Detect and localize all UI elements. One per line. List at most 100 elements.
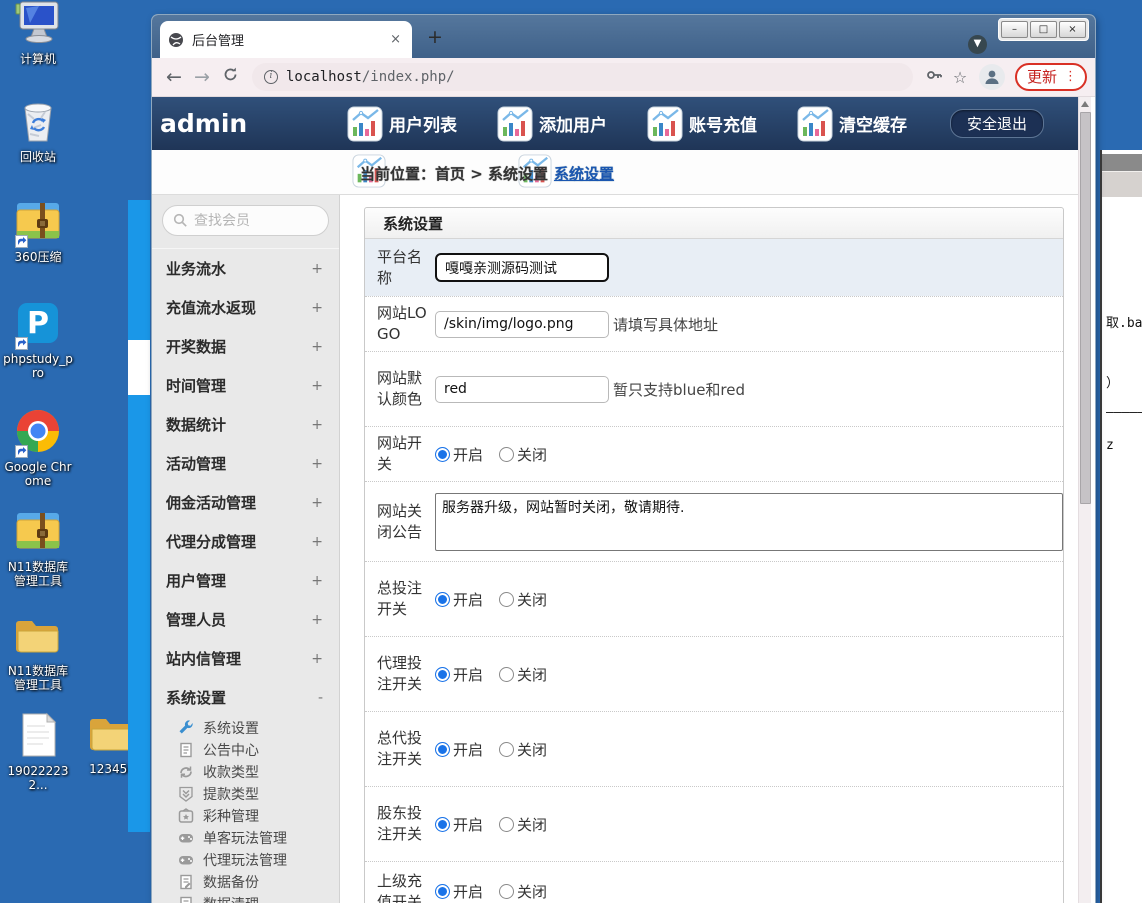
gamepad-icon xyxy=(178,830,194,846)
radio-off-label: 关闭 xyxy=(517,589,547,610)
sidebar-menu-item-9[interactable]: 管理人员 + xyxy=(152,600,339,639)
submenu-item-label: 公告中心 xyxy=(203,740,259,760)
sidebar-menu-item-6[interactable]: 佣金活动管理 + xyxy=(152,483,339,522)
bookmark-star-icon[interactable]: ☆ xyxy=(947,68,973,87)
sidebar-menu-item-10[interactable]: 站内信管理 + xyxy=(152,639,339,678)
desktop-icon-document[interactable]: 190222232... xyxy=(2,712,74,792)
tab-title: 后台管理 xyxy=(192,30,387,49)
sidebar-menu-item-11[interactable]: 系统设置 - xyxy=(152,678,339,717)
nav-item-1[interactable]: 添加用户 xyxy=(497,106,607,142)
search-input[interactable] xyxy=(194,213,314,229)
form-input-0[interactable] xyxy=(435,253,609,282)
chevron-down-icon[interactable]: ▼ xyxy=(968,35,987,54)
radio-off-icon[interactable] xyxy=(499,817,514,832)
radio-on-icon[interactable] xyxy=(435,817,450,832)
form-row-5: 总投注开关 开启 关闭 xyxy=(365,561,1063,636)
radio-off-label: 关闭 xyxy=(517,814,547,835)
radio-on-icon[interactable] xyxy=(435,667,450,682)
minimize-button[interactable]: – xyxy=(1001,21,1028,38)
radio-on-icon[interactable] xyxy=(435,592,450,607)
background-notepad-window[interactable]: 取.ba）—————z xyxy=(1100,150,1142,903)
desktop-icon-chrome[interactable]: Google Chrome xyxy=(2,408,74,488)
submenu-item-label: 单客玩法管理 xyxy=(203,828,287,848)
sidebar-menu-item-0[interactable]: 业务流水 + xyxy=(152,249,339,288)
sidebar-menu-item-5[interactable]: 活动管理 + xyxy=(152,444,339,483)
form-input-2[interactable] xyxy=(435,376,609,403)
panel-title: 系统设置 xyxy=(383,213,443,234)
reload-icon[interactable] xyxy=(216,66,244,88)
breadcrumb: 当前位置：首页 > 系统设置 系统设置 xyxy=(152,150,1078,195)
sidebar-submenu-item-8[interactable]: 数据清理 xyxy=(152,893,339,903)
desktop-icon-phpstudy[interactable]: P phpstudy_pro xyxy=(2,300,74,380)
radio-off-icon[interactable] xyxy=(499,667,514,682)
radio-off-icon[interactable] xyxy=(499,447,514,462)
radio-on-icon[interactable] xyxy=(435,884,450,899)
radio-off-icon[interactable] xyxy=(499,884,514,899)
desktop-icon-folder[interactable]: N11数据库管理工具 xyxy=(2,612,74,692)
url-bar[interactable]: i localhost/index.php/ xyxy=(252,63,913,91)
nav-item-3[interactable]: 清空缓存 xyxy=(797,106,907,142)
logout-button[interactable]: 安全退出 xyxy=(950,109,1044,138)
sidebar-submenu-item-2[interactable]: 收款类型 xyxy=(152,761,339,783)
background-text-fragment: z xyxy=(1106,438,1114,453)
back-icon[interactable]: ← xyxy=(160,66,188,88)
member-search-box[interactable] xyxy=(162,205,329,236)
expand-plus-icon: + xyxy=(311,339,323,355)
page-content: 业务流水 +充值流水返现 +开奖数据 +时间管理 +数据统计 +活动管理 +佣金… xyxy=(152,195,1078,903)
sidebar-menu-item-7[interactable]: 代理分成管理 + xyxy=(152,522,339,561)
forward-icon[interactable]: → xyxy=(188,66,216,88)
radio-on-icon[interactable] xyxy=(435,742,450,757)
menu-item-label: 时间管理 xyxy=(166,375,226,396)
search-icon xyxy=(173,213,188,228)
browser-titlebar: 后台管理 × + ▼ – □ × xyxy=(152,15,1095,58)
zip-folder-icon xyxy=(15,229,61,248)
sidebar-menu-item-8[interactable]: 用户管理 + xyxy=(152,561,339,600)
sidebar-submenu-item-5[interactable]: 单客玩法管理 xyxy=(152,827,339,849)
radio-off-icon[interactable] xyxy=(499,592,514,607)
scrollbar-up-icon[interactable] xyxy=(1079,97,1091,110)
radio-group-3: 开启 关闭 xyxy=(435,444,563,465)
password-key-icon[interactable] xyxy=(921,66,947,88)
scrollbar-thumb[interactable] xyxy=(1080,112,1091,504)
page-info-icon[interactable]: i xyxy=(264,70,278,84)
chrome-icon xyxy=(15,439,61,458)
close-button[interactable]: × xyxy=(1059,21,1086,38)
sidebar-submenu-item-0[interactable]: 系统设置 xyxy=(152,717,339,739)
sidebar-submenu-item-7[interactable]: 数据备份 xyxy=(152,871,339,893)
sidebar-menu-item-1[interactable]: 充值流水返现 + xyxy=(152,288,339,327)
browser-tab[interactable]: 后台管理 × xyxy=(160,21,412,58)
sidebar-menu-item-4[interactable]: 数据统计 + xyxy=(152,405,339,444)
sidebar-submenu-item-1[interactable]: 公告中心 xyxy=(152,739,339,761)
new-tab-button[interactable]: + xyxy=(422,25,448,51)
sidebar-menu-item-2[interactable]: 开奖数据 + xyxy=(152,327,339,366)
radio-off-icon[interactable] xyxy=(499,742,514,757)
form-label: 代理投注开关 xyxy=(377,653,427,695)
expand-plus-icon: + xyxy=(311,573,323,589)
form-textarea-4[interactable]: 服务器升级，网站暂时关闭，敬请期待. xyxy=(435,493,1063,551)
page-scrollbar[interactable] xyxy=(1078,97,1091,903)
profile-avatar[interactable] xyxy=(979,64,1005,90)
maximize-button[interactable]: □ xyxy=(1030,21,1057,38)
desktop-icon-zip-folder[interactable]: N11数据库管理工具 xyxy=(2,508,74,588)
radio-on-icon[interactable] xyxy=(435,447,450,462)
desktop-icon-computer[interactable]: 计算机 xyxy=(2,0,74,66)
nav-item-2[interactable]: 账号充值 xyxy=(647,106,757,142)
sidebar-menu-item-3[interactable]: 时间管理 + xyxy=(152,366,339,405)
backup-doc-icon xyxy=(178,874,194,890)
nav-item-0[interactable]: 用户列表 xyxy=(347,106,457,142)
sidebar-submenu-item-4[interactable]: 彩种管理 xyxy=(152,805,339,827)
desktop-icon-zip-folder[interactable]: 360压缩 xyxy=(2,198,74,264)
tab-close-icon[interactable]: × xyxy=(387,32,404,47)
radio-on-label: 开启 xyxy=(453,814,483,835)
sidebar-submenu-item-6[interactable]: 代理玩法管理 xyxy=(152,849,339,871)
radio-on-label: 开启 xyxy=(453,881,483,902)
computer-icon xyxy=(15,31,61,50)
breadcrumb-current-link[interactable]: 系统设置 xyxy=(554,163,614,184)
navbar-items: 用户列表 添加用户 账号充值 清空缓存 xyxy=(347,106,947,142)
url-text[interactable]: localhost/index.php/ xyxy=(286,69,455,85)
form-input-1[interactable] xyxy=(435,311,609,338)
sidebar-submenu-item-3[interactable]: 提款类型 xyxy=(152,783,339,805)
chrome-update-button[interactable]: 更新 ⋮ xyxy=(1015,63,1087,91)
browser-menu-icon[interactable]: ⋮ xyxy=(1064,69,1077,84)
desktop-icon-recycle-bin[interactable]: 回收站 xyxy=(2,98,74,164)
